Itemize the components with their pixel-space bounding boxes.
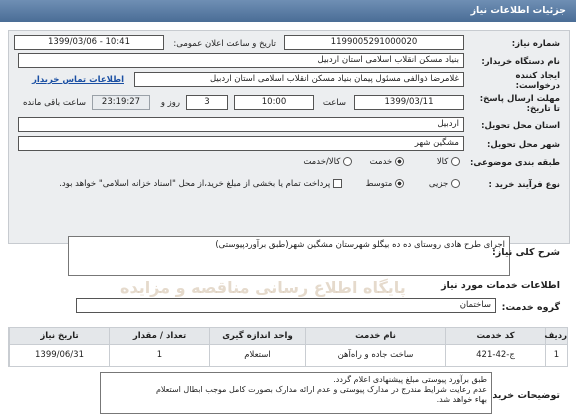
deadline-time-field: 10:00 — [234, 95, 314, 110]
need-description-text: اجرای طرح هادی روستای ده ده بیگلو شهرستا… — [215, 240, 505, 250]
province-field: اردبیل — [18, 117, 464, 132]
row-number: 1 — [545, 345, 567, 366]
buyer-notes-box: طبق برآورد پیوستی مبلغ پیشنهادی اعلام گر… — [100, 372, 492, 414]
days-remaining-field: 3 — [186, 95, 228, 110]
col-header-quantity: تعداد / مقدار — [109, 328, 209, 344]
buyer-contact-link[interactable]: اطلاعات تماس خریدار — [32, 75, 124, 85]
province-label: استان محل تحویل: — [481, 121, 560, 131]
row-quantity: 1 — [109, 345, 209, 366]
remaining-time-field: 23:19:27 — [92, 95, 150, 110]
radio-goods-service[interactable] — [343, 157, 352, 166]
radio-goods[interactable] — [451, 157, 460, 166]
col-header-code: کد خدمت — [445, 328, 545, 344]
col-header-row: ردیف — [544, 328, 567, 344]
col-header-date: تاریخ نیاز — [9, 328, 109, 344]
category-option-service[interactable]: خدمت — [370, 157, 404, 167]
buyer-name-field: بنیاد مسکن انقلاب اسلامی استان اردبیل — [18, 53, 464, 68]
page-header: جزئیات اطلاعات نیاز — [0, 0, 576, 22]
row-service-name: ساخت جاده و راه‌آهن — [305, 345, 445, 366]
process-type-label: نوع فرآیند خرید : — [488, 180, 560, 190]
services-section-title: اطلاعات خدمات مورد نیاز — [441, 280, 560, 291]
treasury-payment-checkbox[interactable] — [333, 179, 342, 188]
need-number-label: شماره نیاز: — [511, 39, 560, 49]
service-group-field: ساختمان — [76, 298, 496, 313]
row-service-code: ج-42-421 — [445, 345, 545, 366]
category-label: طبقه بندی موضوعی: — [470, 158, 560, 168]
remaining-time-label: ساعت باقی مانده — [22, 98, 86, 108]
creator-field: غلامرضا ذوالفی مسئول پیمان بنیاد مسکن ان… — [134, 72, 464, 87]
creator-label-line1: ایجاد کننده — [515, 71, 560, 81]
process-option-medium[interactable]: متوسط — [366, 179, 404, 189]
city-label: شهر محل تحویل: — [487, 140, 560, 150]
deadline-date-field: 1399/03/11 — [354, 95, 464, 110]
row-unit: استعلام — [209, 345, 305, 366]
buyer-notes-line: عدم رعایت شرایط مندرج در مدارک پیوستی و … — [155, 385, 487, 394]
treasury-payment-option[interactable]: پرداخت تمام یا بخشی از مبلغ خرید،از محل … — [59, 179, 342, 189]
radio-medium[interactable] — [395, 179, 404, 188]
days-label: روز و — [160, 98, 180, 108]
need-description-label: شرح کلی نیاز: — [491, 247, 560, 258]
process-option-minor[interactable]: جزیی — [429, 179, 460, 189]
col-header-name: نام خدمت — [305, 328, 445, 344]
city-field: مشگین شهر — [18, 136, 464, 151]
services-table-header: ردیف کد خدمت نام خدمت واحد اندازه گیری ت… — [8, 327, 568, 345]
creator-label-line2: درخواست: — [515, 81, 560, 91]
need-number-field: 1199005291000020 — [284, 35, 464, 50]
buyer-notes-line: بهاء خواهد شد. — [436, 395, 487, 404]
table-row[interactable]: 1 ج-42-421 ساخت جاده و راه‌آهن استعلام 1… — [8, 345, 568, 367]
buyer-notes-line: طبق برآورد پیوستی مبلغ پیشنهادی اعلام گر… — [333, 375, 487, 384]
announce-date-label: تاریخ و ساعت اعلان عمومی: — [173, 39, 276, 49]
radio-minor[interactable] — [451, 179, 460, 188]
service-group-label: گروه خدمت: — [501, 302, 560, 313]
category-option-goods-service[interactable]: کالا/خدمت — [303, 157, 352, 167]
need-description-box: اجرای طرح هادی روستای ده ده بیگلو شهرستا… — [68, 236, 510, 276]
deadline-label-line1: مهلت ارسال پاسخ: — [479, 94, 560, 104]
radio-service[interactable] — [395, 157, 404, 166]
page-title: جزئیات اطلاعات نیاز — [470, 5, 566, 16]
watermark-line1: پایگاه اطلاع رسانی مناقصه و مزایده — [120, 278, 406, 297]
category-option-goods[interactable]: کالا — [437, 157, 460, 167]
col-header-unit: واحد اندازه گیری — [209, 328, 305, 344]
buyer-name-label: نام دستگاه خریدار: — [481, 57, 560, 67]
announce-date-field: 1399/03/06 - 10:41 — [14, 35, 164, 50]
row-date: 1399/06/31 — [9, 345, 109, 366]
deadline-label-line2: تا تاریخ: — [526, 104, 560, 114]
deadline-time-label: ساعت — [322, 98, 346, 108]
